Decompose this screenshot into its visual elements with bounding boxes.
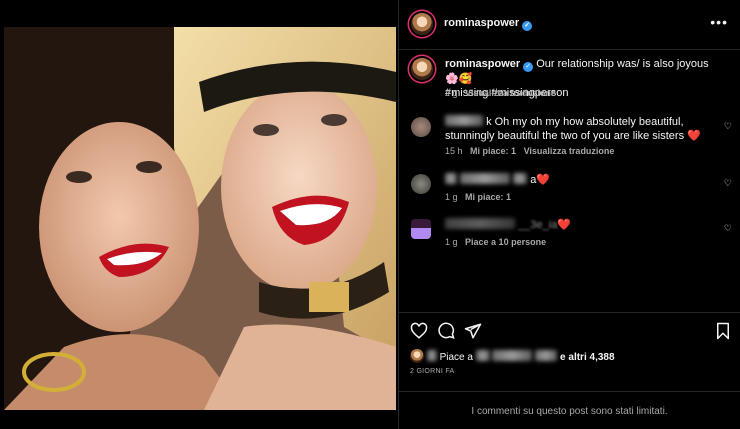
post-photo-illustration [4,27,396,410]
caption-meta: 2 g Visualizza traduzione [445,88,556,98]
commenter-avatar[interactable] [411,174,431,194]
verified-badge-icon: ✓ [522,21,533,31]
commenter-avatar[interactable] [411,219,431,239]
comment-meta: 15 h Mi piace: 1 Visualizza traduzione [445,146,615,156]
caption-username[interactable]: rominaspower [445,58,520,70]
comment-text: __3e_ia❤️ [445,218,715,232]
comment-text: k Oh my oh my how absolutely beautiful, … [445,115,701,142]
share-icon[interactable] [464,322,482,340]
redacted-username [535,350,558,361]
redacted-username [475,350,490,361]
caption-author-avatar[interactable] [411,58,433,80]
liker-avatar [410,349,424,363]
comment-likes[interactable]: Piace a 10 persone [465,237,546,247]
redacted-username [513,173,528,184]
comment-meta: 1 g Piace a 10 persone [445,237,547,247]
post-actions: Piace a e altri 4,388 2 GIORNI FA I comm… [399,312,740,417]
comment-likes[interactable]: Mi piace: 1 [465,192,511,202]
caption-translate-link[interactable]: Visualizza traduzione [465,88,556,98]
comment-item: __3e_ia❤️ ♡ 1 g Piace a 10 persone [399,215,740,255]
comment-item: k Oh my oh my how absolutely beautiful, … [399,113,740,158]
comment-icon[interactable] [437,322,455,340]
heart-icon[interactable] [410,322,428,340]
post-header: rominaspower ✓ ••• [399,0,740,50]
author-avatar[interactable] [411,13,433,35]
comment-like-icon[interactable]: ♡ [724,178,732,189]
comment-meta: 1 g Mi piace: 1 [445,192,512,202]
comments-limited-notice: I commenti su questo post sono stati lim… [399,391,740,417]
verified-badge-icon: ✓ [523,62,534,72]
comment-translate-link[interactable]: Visualizza traduzione [524,146,615,156]
post-sidebar: rominaspower ✓ ••• rominaspower ✓ Our rela… [399,0,740,429]
comment-like-icon[interactable]: ♡ [724,223,732,234]
caption-emoji: 🌸🥰 [445,73,473,85]
comment-text: a❤️ [445,173,715,187]
redacted-username [445,115,483,126]
redacted-username [426,350,437,361]
comment-likes[interactable]: Mi piace: 1 [470,146,516,156]
post-date[interactable]: 2 GIORNI FA [410,368,455,375]
caption-age[interactable]: 2 g [445,88,458,98]
more-options-icon[interactable]: ••• [710,14,728,30]
post-media-pane [0,0,398,429]
likes-summary[interactable]: Piace a e altri 4,388 [410,349,615,363]
redacted-username [445,173,457,184]
commenter-avatar[interactable] [411,117,431,137]
caption-text: Our relationship was/ is also joyous [536,58,709,70]
bookmark-icon[interactable] [714,322,732,340]
redacted-username [492,350,533,361]
comment-like-icon[interactable]: ♡ [724,121,732,132]
comment-item: a❤️ ♡ 1 g Mi piace: 1 [399,170,740,210]
redacted-username [460,173,511,184]
author-username[interactable]: rominaspower ✓ [444,17,533,31]
post-photo[interactable] [4,27,396,410]
redacted-username [445,218,515,229]
